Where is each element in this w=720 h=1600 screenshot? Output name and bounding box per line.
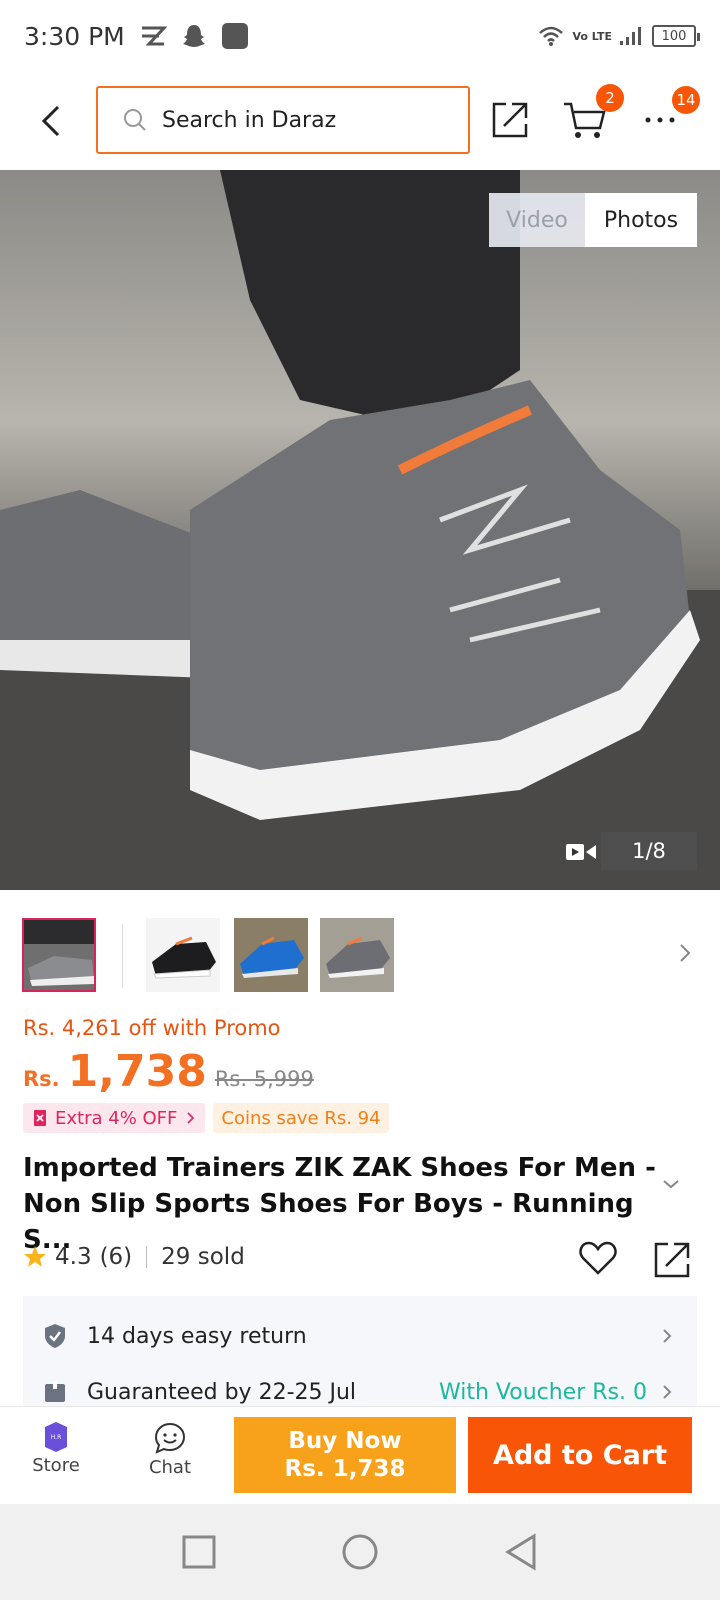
signal-icon — [620, 27, 641, 45]
heart-icon — [579, 1241, 617, 1275]
sold-count: 29 sold — [161, 1244, 245, 1270]
app-square-icon — [221, 23, 248, 49]
thumbnail-divider — [122, 924, 123, 988]
chevron-left-icon — [41, 105, 60, 137]
system-navigation-bar — [0, 1504, 720, 1600]
price-currency: Rs. — [23, 1067, 60, 1091]
video-camera-icon[interactable] — [566, 842, 596, 862]
share-button[interactable] — [486, 96, 534, 144]
delivery-text: Guaranteed by 22-25 Jul — [87, 1379, 357, 1405]
volte-indicator: Vo LTE — [572, 29, 612, 43]
thumbnail-4[interactable] — [320, 918, 394, 992]
promo-discount: Rs. 4,261 off with Promo — [23, 1016, 281, 1040]
share-product-button[interactable] — [652, 1240, 692, 1284]
product-title: Imported Trainers ZIK ZAK Shoes For Men … — [23, 1153, 656, 1255]
thumbnail-image — [234, 918, 308, 992]
chevron-down-icon[interactable] — [662, 1178, 680, 1190]
cart-badge: 2 — [596, 84, 624, 112]
cart-button[interactable]: 2 — [560, 84, 624, 144]
original-price: Rs. 5,999 — [214, 1067, 314, 1091]
back-button[interactable] — [22, 91, 82, 151]
extra-off-label: Extra 4% OFF — [55, 1107, 178, 1129]
media-toggle: Video Photos — [489, 193, 697, 247]
buy-now-price: Rs. 1,738 — [284, 1456, 406, 1482]
product-image-gallery[interactable]: Video Photos 1/8 — [0, 170, 720, 890]
store-label: Store — [32, 1455, 80, 1476]
more-icon — [645, 117, 675, 123]
voucher-icon — [34, 1110, 46, 1126]
promo-tags: Extra 4% OFF Coins save Rs. 94 — [23, 1103, 389, 1133]
chat-icon — [154, 1422, 186, 1454]
image-counter: 1/8 — [601, 832, 697, 870]
chevron-right-icon — [663, 1329, 672, 1343]
service-info: 14 days easy return Guaranteed by 22-25 … — [23, 1296, 697, 1406]
top-nav: Search in Daraz 2 14 — [0, 72, 720, 170]
voucher-text: With Voucher Rs. 0 — [438, 1379, 647, 1405]
rating-row[interactable]: 4.3 (6) 29 sold — [23, 1244, 245, 1270]
notification-icons — [139, 22, 249, 50]
wifi-icon — [539, 26, 564, 46]
review-count: (6) — [99, 1244, 133, 1270]
chevron-right-icon — [663, 1385, 672, 1399]
rating-value: 4.3 — [55, 1244, 92, 1270]
product-photo — [0, 170, 720, 890]
add-to-cart-button[interactable]: Add to Cart — [468, 1417, 692, 1493]
chat-button[interactable]: Chat — [130, 1421, 210, 1478]
status-bar: 3:30 PM Vo LTE 100 — [0, 0, 720, 72]
delivery-icon — [45, 1381, 65, 1402]
search-icon — [124, 109, 146, 131]
back-triangle-icon[interactable] — [504, 1533, 538, 1571]
thumbnail-strip — [22, 918, 702, 996]
snapchat-icon — [182, 25, 205, 47]
system-icons: Vo LTE 100 — [538, 25, 700, 47]
delivery-row[interactable]: Guaranteed by 22-25 Jul With Voucher Rs.… — [23, 1362, 697, 1406]
battery-level: 100 — [661, 28, 687, 44]
more-badge: 14 — [672, 86, 700, 114]
shield-check-icon — [45, 1324, 65, 1348]
buy-now-label: Buy Now — [288, 1428, 402, 1454]
chat-label: Chat — [148, 1457, 192, 1478]
star-icon — [24, 1246, 46, 1267]
return-policy-text: 14 days easy return — [87, 1323, 307, 1349]
share-icon — [654, 1242, 690, 1278]
thumbnail-image — [320, 918, 394, 992]
chevron-right-icon[interactable] — [678, 942, 692, 964]
more-button[interactable]: 14 — [636, 86, 700, 144]
home-icon[interactable] — [341, 1533, 379, 1571]
coins-tag[interactable]: Coins save Rs. 94 — [213, 1103, 389, 1133]
return-policy-row[interactable]: 14 days easy return — [23, 1306, 697, 1366]
chevron-right-icon — [187, 1112, 195, 1124]
photos-tab[interactable]: Photos — [585, 193, 697, 247]
recent-apps-icon[interactable] — [182, 1535, 216, 1569]
thumbnail-3[interactable] — [234, 918, 308, 992]
video-tab[interactable]: Video — [489, 193, 585, 247]
store-logo-text: H.R — [51, 1434, 61, 1441]
tiktok-icon — [141, 26, 167, 46]
wishlist-button[interactable] — [578, 1240, 618, 1280]
status-time: 3:30 PM — [24, 21, 125, 51]
thumbnail-image — [24, 920, 94, 990]
battery-icon: 100 — [652, 25, 700, 47]
thumbnail-2[interactable] — [146, 918, 220, 992]
price-row: Rs. 1,738 Rs. 5,999 — [23, 1046, 314, 1097]
buy-now-button[interactable]: Buy Now Rs. 1,738 — [234, 1417, 456, 1493]
price-value: 1,738 — [67, 1046, 207, 1097]
divider — [146, 1246, 148, 1268]
thumbnail-1[interactable] — [22, 918, 96, 992]
search-placeholder: Search in Daraz — [162, 107, 337, 133]
store-logo-icon: H.R — [45, 1422, 67, 1452]
share-icon — [492, 102, 528, 138]
search-input[interactable]: Search in Daraz — [96, 86, 470, 154]
thumbnail-image — [146, 918, 220, 992]
store-button[interactable]: H.R Store — [16, 1421, 96, 1476]
bottom-action-bar: H.R Store Chat Buy Now Rs. 1,738 Add to … — [0, 1406, 720, 1504]
extra-off-tag[interactable]: Extra 4% OFF — [23, 1103, 206, 1133]
